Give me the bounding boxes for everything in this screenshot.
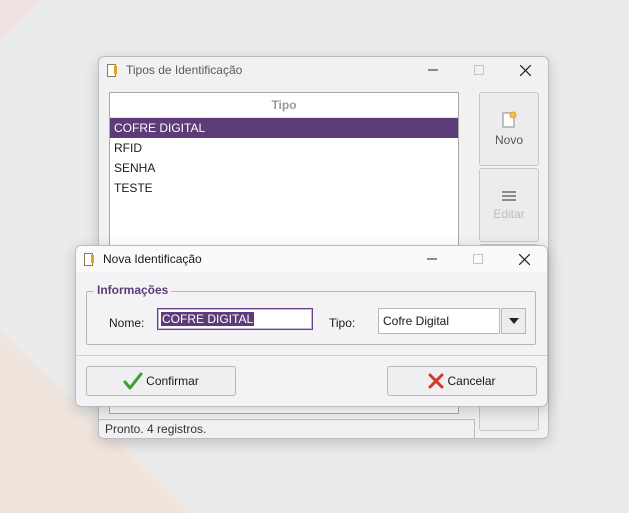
maximize-icon [473, 254, 483, 264]
name-label: Nome: [109, 316, 145, 330]
dialog-titlebar[interactable]: Nova Identificação [76, 246, 547, 272]
maximize-button[interactable] [456, 57, 502, 83]
x-icon [428, 373, 444, 389]
column-header-tipo[interactable]: Tipo [110, 93, 458, 118]
dialog-divider [76, 355, 547, 356]
list-item[interactable]: TESTE [110, 178, 458, 198]
list-lines-icon [502, 191, 516, 201]
main-window-titlebar[interactable]: Tipos de Identificação [99, 57, 548, 83]
new-identification-dialog: Nova Identificação Informações Nome: COF… [75, 245, 548, 407]
wallpaper-shape-top [0, 0, 40, 40]
type-label: Tipo: [329, 316, 356, 330]
list-item[interactable]: SENHA [110, 158, 458, 178]
list-item[interactable]: COFRE DIGITAL [110, 118, 458, 138]
new-document-icon [502, 111, 517, 128]
list-item[interactable]: RFID [110, 138, 458, 158]
minimize-icon [427, 258, 437, 260]
new-button[interactable]: Novo [479, 92, 539, 166]
type-dropdown-button[interactable] [501, 308, 526, 334]
close-icon [519, 64, 531, 76]
type-combobox[interactable]: Cofre Digital [378, 308, 526, 334]
cancel-button[interactable]: Cancelar [387, 366, 537, 396]
main-window-title: Tipos de Identificação [126, 63, 243, 77]
close-icon [518, 253, 530, 265]
confirm-button[interactable]: Confirmar [86, 366, 236, 396]
dialog-maximize-button[interactable] [455, 246, 501, 272]
new-button-label: Novo [494, 133, 523, 147]
minimize-button[interactable] [410, 57, 456, 83]
name-input-value: COFRE DIGITAL [161, 312, 255, 326]
group-title: Informações [94, 283, 172, 297]
dialog-title: Nova Identificação [103, 252, 202, 266]
triangle-down-icon [508, 318, 519, 324]
status-bar: Pronto. 4 registros. [99, 419, 475, 438]
edit-button[interactable]: Editar [479, 168, 539, 242]
name-input[interactable]: COFRE DIGITAL [157, 308, 313, 330]
dialog-minimize-button[interactable] [409, 246, 455, 272]
minimize-icon [428, 69, 438, 71]
information-group: Informações Nome: COFRE DIGITAL Tipo: Co… [86, 283, 536, 345]
maximize-icon [474, 65, 484, 75]
close-button[interactable] [502, 57, 548, 83]
cancel-button-label: Cancelar [447, 374, 496, 388]
confirm-button-label: Confirmar [146, 374, 199, 388]
dialog-close-button[interactable] [501, 246, 547, 272]
edit-button-label: Editar [493, 207, 525, 221]
type-combobox-value[interactable]: Cofre Digital [378, 308, 500, 334]
app-icon [106, 63, 118, 77]
dialog-app-icon [83, 252, 95, 266]
check-icon [123, 372, 143, 390]
